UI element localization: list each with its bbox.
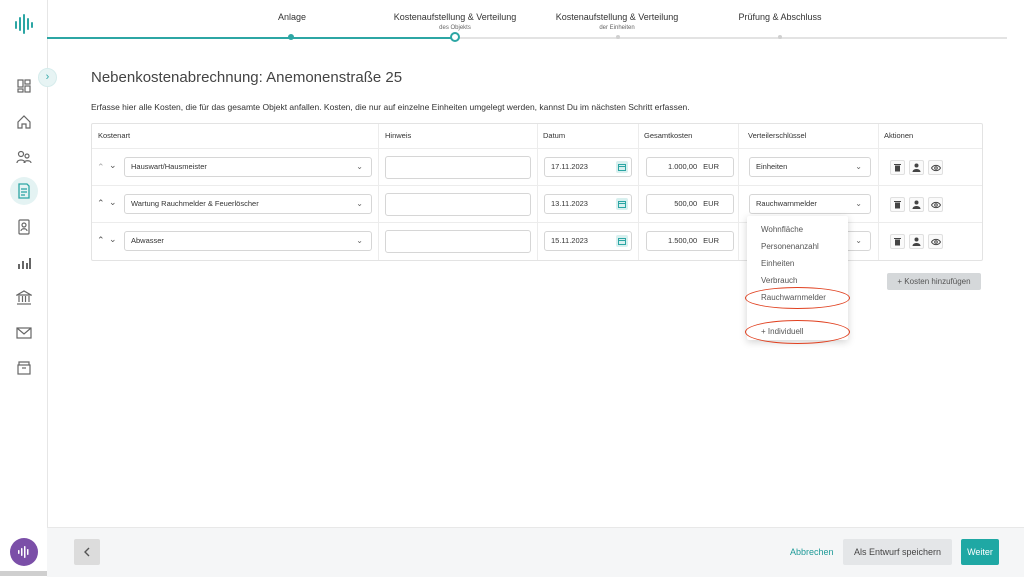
row-divider: [92, 148, 982, 149]
dropdown-option-einheiten[interactable]: Einheiten: [761, 259, 794, 268]
add-cost-button[interactable]: + Kosten hinzufügen: [887, 273, 981, 290]
chevron-down-icon: ⌄: [356, 236, 363, 245]
column-divider: [638, 124, 639, 260]
betrag-input[interactable]: 500,00 EUR: [646, 194, 734, 214]
chevron-down-icon: ⌄: [855, 199, 862, 208]
step-dot-pruefung: [778, 35, 782, 39]
chevron-left-icon: [84, 547, 90, 557]
sidebar-expand-button[interactable]: ›: [38, 68, 57, 87]
move-down-icon[interactable]: ⌄: [109, 234, 117, 245]
step-pruefung-abschluss[interactable]: Prüfung & Abschluss: [680, 12, 880, 22]
person-icon[interactable]: [909, 234, 924, 249]
row-divider: [92, 222, 982, 223]
chart-icon[interactable]: [14, 253, 34, 273]
cost-table: Kostenart Hinweis Datum Gesamtkosten Ver…: [91, 123, 983, 261]
archive-icon[interactable]: [14, 358, 34, 378]
calendar-icon[interactable]: [616, 198, 628, 210]
betrag-input[interactable]: 1.500,00 EUR: [646, 231, 734, 251]
dashboard-icon[interactable]: [14, 76, 34, 96]
highlight-ellipse: [745, 320, 850, 344]
calendar-icon[interactable]: [616, 161, 628, 173]
save-draft-button[interactable]: Als Entwurf speichern: [843, 539, 952, 565]
progress-stepper: Anlage Kostenaufstellung & Verteilung de…: [47, 0, 1007, 42]
header-kostenart: Kostenart: [98, 131, 131, 140]
next-button[interactable]: Weiter: [961, 539, 999, 565]
chevron-down-icon: ⌄: [855, 162, 862, 171]
cancel-button[interactable]: Abbrechen: [790, 547, 834, 557]
kostenart-select[interactable]: Abwasser ⌄: [124, 231, 372, 251]
chevron-down-icon: ⌄: [356, 162, 363, 171]
column-divider: [378, 124, 379, 260]
datum-input[interactable]: 17.11.2023: [544, 157, 632, 177]
header-aktionen: Aktionen: [884, 131, 914, 140]
betrag-input[interactable]: 1.000,00 EUR: [646, 157, 734, 177]
intro-text: Erfasse hier alle Kosten, die für das ge…: [91, 102, 690, 112]
column-divider: [738, 124, 739, 260]
verteilerschluessel-select[interactable]: Rauchwarnmelder ⌄: [749, 194, 871, 214]
receipt-icon[interactable]: [10, 177, 38, 205]
column-divider: [537, 124, 538, 260]
person-icon[interactable]: [909, 160, 924, 175]
move-up-icon[interactable]: ⌃: [97, 235, 105, 246]
step-dot-objekt: [450, 32, 460, 42]
sidebar: [0, 0, 48, 576]
column-divider: [878, 124, 879, 260]
stepper-progress-line: [47, 37, 455, 39]
header-hinweis: Hinweis: [385, 131, 412, 140]
eye-icon[interactable]: [928, 160, 943, 175]
hinweis-input[interactable]: [385, 230, 531, 253]
dropdown-option-personenanzahl[interactable]: Personenanzahl: [761, 242, 819, 251]
datum-input[interactable]: 15.11.2023: [544, 231, 632, 251]
kostenart-select[interactable]: Wartung Rauchmelder & Feuerlöscher ⌄: [124, 194, 372, 214]
move-up-icon[interactable]: ⌃: [97, 162, 105, 173]
verteilerschluessel-select[interactable]: Einheiten ⌄: [749, 157, 871, 177]
dropdown-option-wohnflaeche[interactable]: Wohnfläche: [761, 225, 803, 234]
kostenart-select[interactable]: Hauswart/Hausmeister ⌄: [124, 157, 372, 177]
delete-icon[interactable]: [890, 234, 905, 249]
header-gesamtkosten: Gesamtkosten: [644, 131, 693, 140]
row-divider: [92, 185, 982, 186]
logo-icon[interactable]: [14, 12, 34, 36]
delete-icon[interactable]: [890, 160, 905, 175]
calendar-icon[interactable]: [616, 235, 628, 247]
home-icon[interactable]: [14, 112, 34, 132]
eye-icon[interactable]: [928, 197, 943, 212]
delete-icon[interactable]: [890, 197, 905, 212]
move-up-icon[interactable]: ⌃: [97, 198, 105, 209]
chevron-down-icon: ⌄: [356, 199, 363, 208]
step-dot-einheiten: [616, 35, 620, 39]
datum-input[interactable]: 13.11.2023: [544, 194, 632, 214]
move-down-icon[interactable]: ⌄: [109, 160, 117, 171]
mail-icon[interactable]: [14, 323, 34, 343]
bank-icon[interactable]: [14, 288, 34, 308]
stepper-remaining-line: [455, 37, 1007, 39]
highlight-ellipse: [745, 287, 850, 309]
header-verteilerschluessel: Verteilerschlüssel: [748, 131, 807, 140]
eye-icon[interactable]: [928, 234, 943, 249]
header-datum: Datum: [543, 131, 566, 140]
chevron-down-icon: ⌄: [855, 236, 862, 245]
move-down-icon[interactable]: ⌄: [109, 197, 117, 208]
sidebar-scrollbar[interactable]: [0, 571, 47, 576]
hinweis-input[interactable]: [385, 193, 531, 216]
back-button[interactable]: [74, 539, 100, 565]
users-icon[interactable]: [14, 147, 34, 167]
step-dot-anlage: [288, 34, 294, 40]
hinweis-input[interactable]: [385, 156, 531, 179]
contacts-icon[interactable]: [14, 217, 34, 237]
avatar[interactable]: [10, 538, 38, 566]
page-title: Nebenkostenabrechnung: Anemonenstraße 25: [91, 69, 403, 86]
person-icon[interactable]: [909, 197, 924, 212]
dropdown-option-verbrauch[interactable]: Verbrauch: [761, 276, 797, 285]
